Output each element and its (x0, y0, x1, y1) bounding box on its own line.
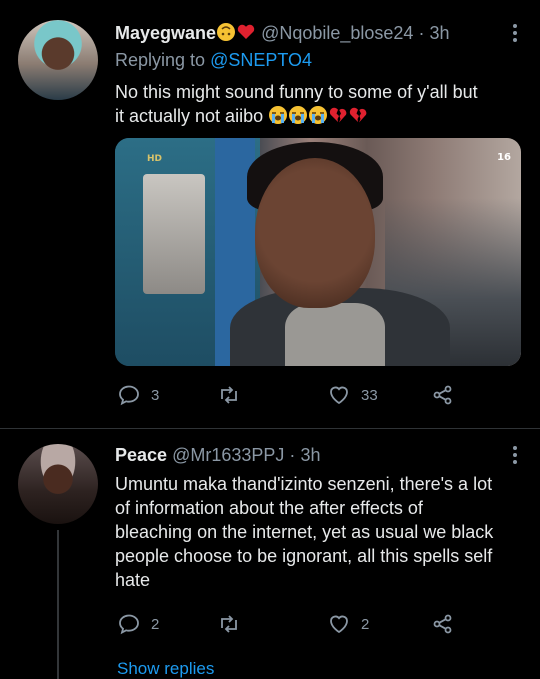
timestamp[interactable]: 3h (429, 23, 449, 43)
user-handle[interactable]: @Mr1633PPJ (172, 445, 284, 465)
display-name[interactable]: Peace (115, 445, 167, 465)
like-count: 2 (361, 615, 370, 633)
retweet-button[interactable] (217, 383, 251, 407)
avatar[interactable] (18, 444, 98, 524)
tweet-text: Umuntu maka thand'izinto senzeni, there'… (115, 472, 525, 592)
like-button[interactable]: 33 (327, 383, 378, 407)
tweet-header: Peace @Mr1633PPJ · 3h (115, 445, 320, 466)
replying-label: Replying to (115, 50, 206, 70)
reply-count: 3 (151, 386, 160, 404)
tweet-divider (0, 428, 540, 429)
share-button[interactable] (431, 612, 455, 636)
reply-button[interactable]: 3 (117, 383, 159, 407)
heart-icon (330, 615, 348, 634)
loudly-crying-face-emoji-icon (288, 105, 308, 131)
reply-button[interactable]: 2 (117, 612, 159, 636)
tweet-text-line: Umuntu maka thand'izinto senzeni, there'… (115, 474, 493, 494)
show-replies-link[interactable]: Show replies (117, 659, 214, 679)
separator-dot: · (289, 445, 296, 465)
replying-handle-link[interactable]: @SNEPTO4 (210, 50, 312, 70)
crying-face (255, 158, 375, 308)
replying-to: Replying to @SNEPTO4 (115, 50, 312, 71)
share-icon (433, 385, 452, 405)
thread-connector-line (57, 530, 59, 679)
tweet-text-line-with-emojis: it actually not aiibo (115, 104, 525, 131)
tweet-actions: 3 33 (115, 383, 525, 411)
separator-dot: · (418, 23, 425, 43)
display-name[interactable]: Mayegwane (115, 23, 216, 43)
retweet-icon (221, 386, 237, 404)
like-count: 33 (361, 386, 378, 404)
loudly-crying-face-emoji-icon (268, 105, 288, 131)
avatar[interactable] (18, 20, 98, 100)
payphone (143, 174, 205, 294)
tweet-text-line: hate (115, 570, 151, 590)
more-options-icon[interactable] (512, 24, 518, 42)
tweet-actions: 2 2 (115, 612, 525, 640)
user-handle[interactable]: @Nqobile_blose24 (261, 23, 413, 43)
tweet-header: Mayegwane @Nqobile_blose24 · 3h (115, 22, 450, 47)
retweet-button[interactable] (217, 612, 251, 636)
retweet-icon (221, 615, 237, 633)
like-button[interactable]: 2 (327, 612, 369, 636)
heart-icon (330, 386, 348, 405)
share-icon (433, 614, 452, 634)
tweet-media-image[interactable]: HD 16 (115, 138, 521, 366)
reply-icon (119, 385, 139, 406)
reply-count: 2 (151, 615, 160, 633)
timestamp[interactable]: 3h (300, 445, 320, 465)
tweet-text-line: No this might sound funny to some of y'a… (115, 82, 478, 102)
tweet-text-line: bleaching on the internet, yet as usual … (115, 522, 494, 542)
more-options-icon[interactable] (512, 446, 518, 464)
tweet-text-line: people choose to be ignorant, all this s… (115, 546, 493, 566)
upside-down-face-emoji-icon (216, 22, 236, 47)
shirt (285, 303, 385, 366)
tweet-text-line: it actually not aiibo (115, 106, 264, 126)
tweet-text-line: of information about the after effects o… (115, 498, 423, 518)
tweet-text: No this might sound funny to some of y'a… (115, 80, 525, 131)
red-heart-emoji-icon (236, 22, 256, 47)
age-rating: 16 (497, 152, 511, 163)
reply-icon (119, 614, 139, 635)
loudly-crying-face-emoji-icon (308, 105, 328, 131)
share-button[interactable] (431, 383, 455, 407)
channel-logo: HD (147, 154, 163, 164)
broken-heart-emoji-icon (328, 105, 348, 131)
broken-heart-emoji-icon (348, 105, 368, 131)
